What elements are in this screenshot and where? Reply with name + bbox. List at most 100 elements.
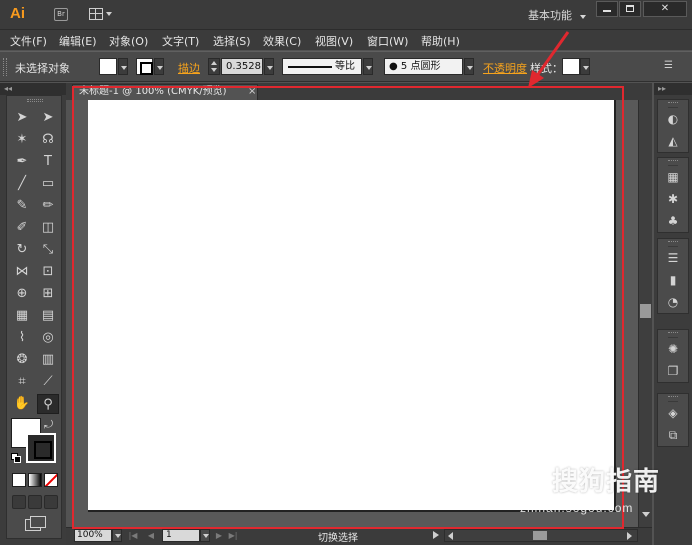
- artboard-number-field[interactable]: 1: [162, 529, 200, 542]
- draw-inside-button[interactable]: [44, 495, 58, 509]
- perspective-grid-tool[interactable]: ⊞: [37, 284, 59, 304]
- color-mode-button[interactable]: [12, 473, 26, 487]
- default-fill-stroke-icon[interactable]: [11, 453, 21, 463]
- fill-swatch[interactable]: [99, 58, 117, 75]
- first-artboard-button[interactable]: |◀: [128, 529, 138, 542]
- minimize-button[interactable]: [596, 1, 618, 17]
- symbol-sprayer-tool[interactable]: ❂: [11, 350, 33, 370]
- color-icon[interactable]: ◭: [658, 130, 688, 152]
- direct-selection-tool[interactable]: ➤: [37, 108, 59, 128]
- menu-window[interactable]: 窗口(W): [367, 33, 408, 49]
- gradient-tool[interactable]: ▤: [37, 306, 59, 326]
- scale-tool[interactable]: ⤡: [37, 240, 59, 260]
- opacity-label[interactable]: 不透明度: [483, 60, 527, 76]
- maximize-button[interactable]: [619, 1, 641, 17]
- graphic-styles-icon[interactable]: ❐: [658, 360, 688, 382]
- last-artboard-button[interactable]: ▶|: [228, 529, 238, 542]
- prev-artboard-button[interactable]: ◀: [146, 529, 156, 542]
- variable-width-profile[interactable]: 等比: [282, 58, 362, 75]
- scroll-right-icon[interactable]: [627, 532, 632, 540]
- transparency-icon[interactable]: ◔: [658, 291, 688, 313]
- screen-mode-icon[interactable]: [25, 516, 46, 531]
- none-mode-button[interactable]: [44, 473, 58, 487]
- shape-builder-tool[interactable]: ⊕: [11, 284, 33, 304]
- rotate-tool[interactable]: ↻: [11, 240, 33, 260]
- symbols-icon[interactable]: ♣: [658, 210, 688, 232]
- menu-file[interactable]: 文件(F): [10, 33, 47, 49]
- stroke-dropdown[interactable]: [154, 58, 164, 75]
- artboards-icon[interactable]: ⧉: [658, 424, 688, 446]
- horizontal-scroll-thumb[interactable]: [533, 531, 547, 540]
- blob-brush-tool[interactable]: ✐: [11, 218, 33, 238]
- blend-tool[interactable]: ◎: [37, 328, 59, 348]
- horizontal-scrollbar[interactable]: [444, 529, 638, 542]
- eyedropper-tool[interactable]: ⌇: [11, 328, 33, 348]
- status-menu-icon[interactable]: [433, 531, 439, 539]
- line-segment-tool[interactable]: ╱: [11, 174, 33, 194]
- column-graph-tool[interactable]: ▥: [37, 350, 59, 370]
- layers-icon[interactable]: ◈: [658, 402, 688, 424]
- brushes-icon[interactable]: ✱: [658, 188, 688, 210]
- artboard-tool[interactable]: ⌗: [11, 372, 33, 392]
- brush-dropdown[interactable]: [464, 58, 474, 75]
- draw-normal-button[interactable]: [12, 495, 26, 509]
- pen-tool[interactable]: ✒: [11, 152, 33, 172]
- pencil-tool[interactable]: ✏: [37, 196, 59, 216]
- menu-effect[interactable]: 效果(C): [263, 33, 301, 49]
- artboard-dropdown[interactable]: [200, 529, 210, 542]
- style-dropdown[interactable]: [580, 58, 590, 75]
- artboard[interactable]: [88, 100, 616, 512]
- menu-view[interactable]: 视图(V): [315, 33, 353, 49]
- grip-handle[interactable]: [27, 99, 43, 102]
- selection-tool[interactable]: ➤: [11, 108, 33, 128]
- appearance-icon[interactable]: ✺: [658, 338, 688, 360]
- mesh-tool[interactable]: ▦: [11, 306, 33, 326]
- collapse-toolbar-button[interactable]: ◂◂: [0, 83, 66, 95]
- draw-behind-button[interactable]: [28, 495, 42, 509]
- stroke-stepper[interactable]: [208, 58, 220, 75]
- rectangle-tool[interactable]: ▭: [37, 174, 59, 194]
- gradient-mode-button[interactable]: [28, 473, 42, 487]
- brush-definition[interactable]: ● 5 点圆形: [384, 58, 463, 75]
- stroke-color-box[interactable]: [26, 433, 56, 463]
- fill-dropdown[interactable]: [118, 58, 128, 75]
- stroke-icon[interactable]: ☰: [658, 247, 688, 269]
- grip-handle[interactable]: [3, 58, 7, 76]
- scroll-left-icon[interactable]: [448, 532, 453, 540]
- menu-type[interactable]: 文字(T): [162, 33, 199, 49]
- menu-object[interactable]: 对象(O): [109, 33, 148, 49]
- gradient-icon[interactable]: ▮: [658, 269, 688, 291]
- width-tool[interactable]: ⋈: [11, 262, 33, 282]
- close-tab-icon[interactable]: ×: [248, 85, 256, 99]
- arrange-documents-button[interactable]: [89, 8, 113, 21]
- panel-menu-icon[interactable]: ☰: [664, 61, 676, 71]
- stroke-label[interactable]: 描边: [178, 60, 200, 76]
- zoom-dropdown[interactable]: [112, 529, 122, 542]
- eraser-tool[interactable]: ◫: [37, 218, 59, 238]
- workspace-switcher[interactable]: 基本功能: [528, 7, 572, 23]
- zoom-level-field[interactable]: 100%: [74, 529, 112, 542]
- free-transform-tool[interactable]: ⊡: [37, 262, 59, 282]
- close-button[interactable]: ✕: [643, 1, 687, 17]
- document-tab[interactable]: 未标题-1 @ 100% (CMYK/预览) ×: [72, 84, 258, 100]
- bridge-button[interactable]: Br: [54, 8, 68, 21]
- type-tool[interactable]: T: [37, 152, 59, 172]
- style-swatch[interactable]: [562, 58, 580, 75]
- lasso-tool[interactable]: ☊: [37, 130, 59, 150]
- swatches-icon[interactable]: ▦: [658, 166, 688, 188]
- menu-help[interactable]: 帮助(H): [421, 33, 460, 49]
- zoom-tool[interactable]: ⚲: [37, 394, 59, 414]
- color-guide-icon[interactable]: ◐: [658, 108, 688, 130]
- vertical-scroll-thumb[interactable]: [640, 304, 651, 318]
- magic-wand-tool[interactable]: ✶: [11, 130, 33, 150]
- scroll-down-icon[interactable]: [642, 512, 650, 517]
- menu-edit[interactable]: 编辑(E): [59, 33, 97, 49]
- stroke-swatch[interactable]: [136, 58, 153, 75]
- vertical-scrollbar[interactable]: [638, 100, 652, 527]
- swap-fill-stroke-icon[interactable]: ⤾: [44, 419, 53, 430]
- collapse-dock-button[interactable]: ▸▸: [654, 83, 692, 95]
- chevron-down-icon[interactable]: [580, 15, 586, 19]
- profile-dropdown[interactable]: [363, 58, 373, 75]
- stroke-weight-dropdown[interactable]: [264, 58, 274, 75]
- menu-select[interactable]: 选择(S): [213, 33, 251, 49]
